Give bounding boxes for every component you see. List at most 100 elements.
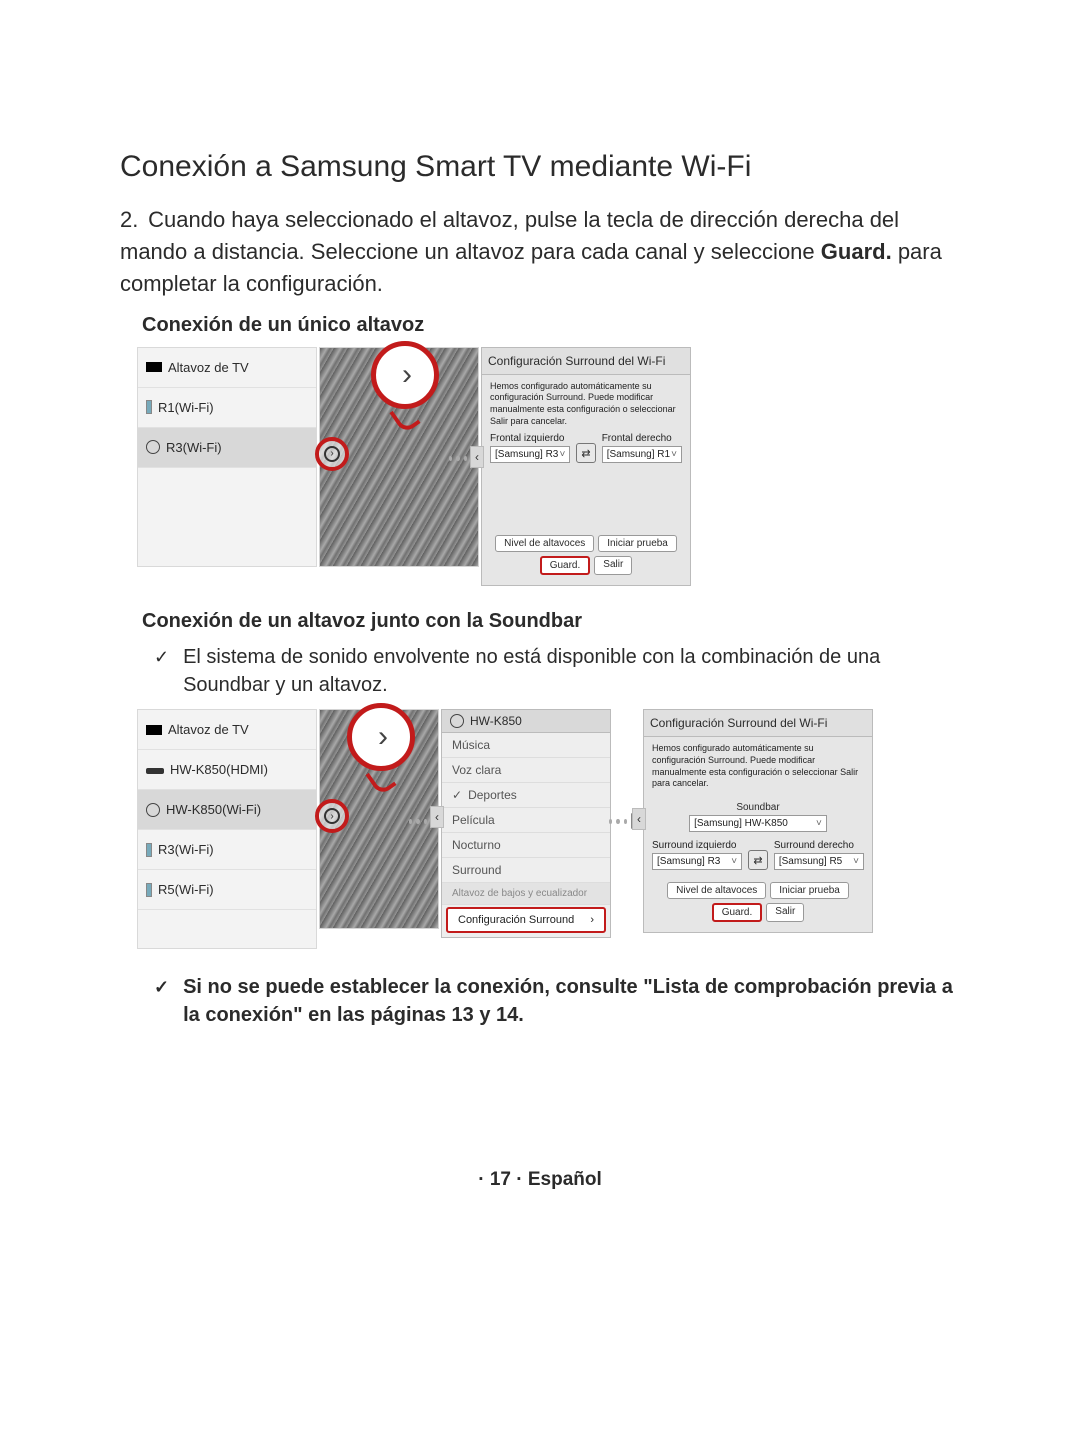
speaker-r5-label: R5(Wi-Fi) <box>158 882 214 897</box>
mode-sports[interactable]: ✓Deportes <box>442 783 610 808</box>
surround-left-label: Surround izquierdo <box>652 840 742 851</box>
channel-selectors: Surround izquierdo [Samsung] R3 ˅ ⇄ Surr… <box>644 840 872 876</box>
guard-button[interactable]: Guard. <box>540 556 591 575</box>
speaker-r3-label: R3(Wi-Fi) <box>166 440 222 455</box>
surround-config-button[interactable]: Configuración Surround › <box>446 907 606 933</box>
front-left-dropdown[interactable]: [Samsung] R3 ˅ <box>490 446 570 463</box>
remote-right-button: › <box>371 341 439 409</box>
surround-right-label: Surround derecho <box>774 840 864 851</box>
exit-button[interactable]: Salir <box>594 556 632 575</box>
speaker-blank <box>138 468 316 508</box>
chevron-down-icon: ˅ <box>816 818 822 829</box>
level-button[interactable]: Nivel de altavoces <box>667 882 766 899</box>
chevron-right-icon: › <box>378 720 388 754</box>
speaker-r1[interactable]: R1(Wi-Fi) <box>138 388 316 428</box>
remote-visual: › › <box>319 347 479 567</box>
panel-title: Configuración Surround del Wi-Fi <box>644 710 872 737</box>
surround-left-dropdown[interactable]: [Samsung] R3 ˅ <box>652 853 742 870</box>
test-button[interactable]: Iniciar prueba <box>598 535 677 552</box>
mode-voice[interactable]: Voz clara <box>442 758 610 783</box>
check-icon: ✓ <box>154 975 169 1000</box>
speaker-icon <box>146 843 152 857</box>
tv-icon <box>146 362 162 372</box>
front-right-label: Frontal derecho <box>602 433 682 444</box>
chevron-right-icon: › <box>402 358 412 392</box>
chevron-down-icon: ˅ <box>731 856 737 867</box>
remote-visual: › › <box>319 709 439 929</box>
mode-music[interactable]: Música <box>442 733 610 758</box>
speaker-r3-label: R3(Wi-Fi) <box>158 842 214 857</box>
panel-title: Configuración Surround del Wi-Fi <box>482 348 690 375</box>
speaker-wifi[interactable]: HW-K850(Wi-Fi) <box>138 790 316 830</box>
mode-night[interactable]: Nocturno <box>442 833 610 858</box>
section1-heading: Conexión de un único altavoz <box>142 314 960 337</box>
round-speaker-icon <box>450 714 464 728</box>
section2-note-text: El sistema de sonido envolvente no está … <box>183 643 960 699</box>
soundbar-icon <box>146 768 164 774</box>
speaker-tv-label: Altavoz de TV <box>168 722 249 737</box>
chevron-right-icon: › <box>324 446 340 462</box>
surround-right-dropdown[interactable]: [Samsung] R5 ˅ <box>774 853 864 870</box>
sound-menu-name: HW-K850 <box>470 714 522 728</box>
step-line1: Cuando haya seleccionado el altavoz, pul… <box>120 207 899 264</box>
speaker-hdmi[interactable]: HW-K850(HDMI) <box>138 750 316 790</box>
mode-movie[interactable]: Película <box>442 808 610 833</box>
sound-mode-menu: ‹ HW-K850 Música Voz clara ✓Deportes Pel… <box>441 709 611 938</box>
guard-button[interactable]: Guard. <box>712 903 763 922</box>
surround-config-panel: ‹ Configuración Surround del Wi-Fi Hemos… <box>643 709 873 933</box>
swap-button[interactable]: ⇄ <box>576 443 595 463</box>
speaker-icon <box>146 400 152 414</box>
speaker-r1-label: R1(Wi-Fi) <box>158 400 214 415</box>
swap-button[interactable]: ⇄ <box>748 850 768 870</box>
chevron-down-icon: ˅ <box>671 449 677 460</box>
speaker-r3[interactable]: R3(Wi-Fi) <box>138 428 316 468</box>
front-left-value: [Samsung] R3 <box>495 449 558 460</box>
speaker-tv[interactable]: Altavoz de TV <box>138 710 316 750</box>
speaker-r3[interactable]: R3(Wi-Fi) <box>138 830 316 870</box>
final-note: ✓ Si no se puede establecer la conexión,… <box>154 973 960 1029</box>
figure-single-speaker: Altavoz de TV R1(Wi-Fi) R3(Wi-Fi) › › ‹ … <box>137 347 960 587</box>
round-speaker-icon <box>146 803 160 817</box>
mode-surround[interactable]: Surround <box>442 858 610 883</box>
chevron-right-icon: › <box>590 914 594 926</box>
panel-back-tab[interactable]: ‹ <box>470 446 484 468</box>
test-button[interactable]: Iniciar prueba <box>770 882 849 899</box>
bass-eq-label: Altavoz de bajos y ecualizador <box>442 883 610 905</box>
surround-config-panel: ‹ Configuración Surround del Wi-Fi Hemos… <box>481 347 691 587</box>
panel-back-tab[interactable]: ‹ <box>632 808 646 830</box>
front-right-value: [Samsung] R1 <box>607 449 670 460</box>
speaker-wifi-label: HW-K850(Wi-Fi) <box>166 802 261 817</box>
speaker-r5[interactable]: R5(Wi-Fi) <box>138 870 316 910</box>
check-icon: ✓ <box>452 788 462 802</box>
panel-actions: Nivel de altavoces Iniciar prueba Guard.… <box>482 529 690 585</box>
soundbar-value: [Samsung] HW-K850 <box>694 818 788 829</box>
channel-selectors: Frontal izquierdo [Samsung] R3 ˅ ⇄ Front… <box>482 433 690 469</box>
surround-right-value: [Samsung] R5 <box>779 856 842 867</box>
chevron-down-icon: ˅ <box>559 449 565 460</box>
round-speaker-icon <box>146 440 160 454</box>
section2-heading: Conexión de un altavoz junto con la Soun… <box>142 610 960 633</box>
remote-right-button: › <box>347 703 415 771</box>
figure-soundbar: Altavoz de TV HW-K850(HDMI) HW-K850(Wi-F… <box>137 709 960 949</box>
front-right-dropdown[interactable]: [Samsung] R1 ˅ <box>602 446 682 463</box>
chevron-down-icon: ˅ <box>853 856 859 867</box>
panel-back-tab[interactable]: ‹ <box>430 806 444 828</box>
tv-icon <box>146 725 162 735</box>
soundbar-dropdown[interactable]: [Samsung] HW-K850 ˅ <box>689 815 827 832</box>
speaker-tv[interactable]: Altavoz de TV <box>138 348 316 388</box>
chevron-right-icon: › <box>324 808 340 824</box>
level-button[interactable]: Nivel de altavoces <box>495 535 594 552</box>
speaker-blank <box>138 508 316 548</box>
soundbar-label: Soundbar <box>652 802 864 813</box>
step-bold: Guard. <box>821 239 892 264</box>
surround-left-value: [Samsung] R3 <box>657 856 720 867</box>
remote-pointer: › <box>315 437 349 471</box>
speaker-icon <box>146 883 152 897</box>
speaker-list: Altavoz de TV R1(Wi-Fi) R3(Wi-Fi) <box>137 347 317 567</box>
front-left-label: Frontal izquierdo <box>490 433 570 444</box>
speaker-list: Altavoz de TV HW-K850(HDMI) HW-K850(Wi-F… <box>137 709 317 949</box>
panel-description: Hemos configurado automáticamente su con… <box>482 375 690 434</box>
panel-actions: Nivel de altavoces Iniciar prueba Guard.… <box>644 876 872 932</box>
sound-menu-header: HW-K850 <box>442 710 610 733</box>
exit-button[interactable]: Salir <box>766 903 804 922</box>
